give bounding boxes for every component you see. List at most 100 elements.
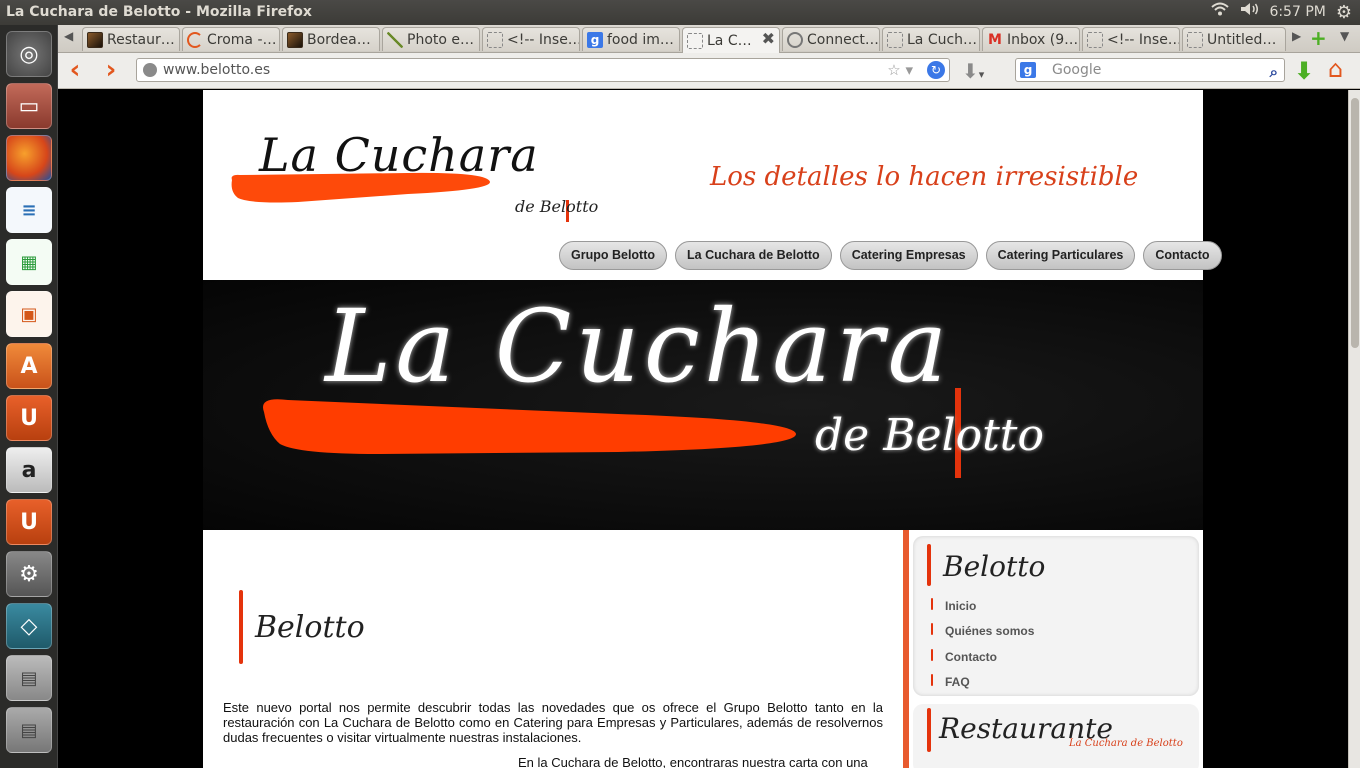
banner-title: La Cuchara xyxy=(325,288,952,405)
tab-label: food im… xyxy=(607,31,674,48)
blank-favicon-icon xyxy=(1087,31,1103,48)
clock-label[interactable]: 6:57 PM xyxy=(1269,0,1325,25)
tab-croma[interactable]: Croma -… xyxy=(182,27,280,51)
search-icon[interactable]: ⌕ xyxy=(1270,61,1278,83)
hero-banner: La Cuchara de Belotto xyxy=(203,280,1203,530)
site-header: La Cuchara de Belotto Los detalles lo ha… xyxy=(203,90,1222,280)
tab-insert-2[interactable]: <!-- Inse… xyxy=(1082,27,1180,51)
reload-icon[interactable]: ↻ xyxy=(927,61,945,79)
sidebar-restaurante-box: Restaurante La Cuchara de Belotto xyxy=(913,704,1199,768)
tab-label: Restaur… xyxy=(107,31,175,48)
firefox-icon[interactable] xyxy=(6,135,52,181)
tab-scroll-left-icon[interactable]: ◀ xyxy=(64,29,73,43)
ubuntu-one-music-icon[interactable]: U xyxy=(6,499,52,545)
workspace-switcher-icon[interactable]: ◇ xyxy=(6,603,52,649)
gear-icon[interactable]: ⚙ xyxy=(1336,0,1352,25)
forward-button[interactable]: › xyxy=(98,57,124,84)
link-accent xyxy=(931,598,933,610)
blank-favicon-icon xyxy=(1187,31,1203,48)
wifi-icon[interactable] xyxy=(1211,0,1230,25)
writer-icon[interactable]: ≡ xyxy=(6,187,52,233)
tab-bar: ◀ Restaur… Croma -… Bordea… Photo e… <!-… xyxy=(58,25,1360,53)
tab-label: <!-- Inse… xyxy=(507,31,580,48)
sidebar-restaurante-subtitle: La Cuchara de Belotto xyxy=(1069,738,1183,749)
pen-favicon-icon xyxy=(387,31,403,48)
tab-bordeaux[interactable]: Bordea… xyxy=(282,27,380,51)
menu-contacto[interactable]: Contacto xyxy=(1143,241,1222,270)
sidebar-title-accent xyxy=(927,708,931,752)
bookmark-star-icon[interactable]: ☆ ▾ xyxy=(887,59,913,81)
dash-home-icon[interactable]: ◎ xyxy=(6,31,52,77)
files-icon[interactable]: ▭ xyxy=(6,83,52,129)
tab-label: Connect… xyxy=(807,31,879,48)
google-search-icon: g xyxy=(1020,62,1036,78)
menu-catering-particulares[interactable]: Catering Particulares xyxy=(985,241,1136,270)
globe-icon xyxy=(143,63,157,77)
main-menu: Grupo Belotto La Cuchara de Belotto Cate… xyxy=(559,241,1222,270)
image-favicon-icon xyxy=(287,31,303,48)
banner-subtitle: de Belotto xyxy=(815,410,1044,461)
title-accent xyxy=(239,590,243,664)
trash-stack-icon[interactable]: ▤ xyxy=(6,707,52,753)
sidebar-title: Belotto xyxy=(943,550,1046,583)
unity-launcher: ◎ ▭ ≡ ▦ ▣ A U a U ⚙ ◇ ▤ ▤ xyxy=(0,25,58,768)
sidebar-link-quienes-somos[interactable]: Quiénes somos xyxy=(945,624,1034,638)
window-title: La Cuchara de Belotto - Mozilla Firefox xyxy=(6,4,312,20)
sidebar-title-accent xyxy=(927,544,931,586)
search-placeholder: Google xyxy=(1052,62,1102,78)
trash-icon[interactable]: ▤ xyxy=(6,655,52,701)
impress-icon[interactable]: ▣ xyxy=(6,291,52,337)
page-scrollbar[interactable] xyxy=(1348,90,1360,768)
sidebar-link-inicio[interactable]: Inicio xyxy=(945,599,976,613)
tab-inbox[interactable]: M Inbox (9… xyxy=(982,27,1080,51)
tab-label: Croma -… xyxy=(207,31,277,48)
image-favicon-icon xyxy=(87,31,103,48)
tab-label: La C… xyxy=(707,32,752,49)
sidebar-link-faq[interactable]: FAQ xyxy=(945,675,970,689)
system-tray: 6:57 PM ⚙ xyxy=(1211,0,1352,25)
tab-la-cuchara-active[interactable]: La C… ✖ xyxy=(682,27,780,53)
link-accent xyxy=(931,674,933,686)
tab-restaurant[interactable]: Restaur… xyxy=(82,27,180,51)
logo-title[interactable]: La Cuchara xyxy=(259,128,539,182)
intro-paragraph: Este nuevo portal nos permite descubrir … xyxy=(223,700,883,745)
link-accent xyxy=(931,623,933,635)
new-tab-icon[interactable]: + xyxy=(1310,26,1327,50)
calc-icon[interactable]: ▦ xyxy=(6,239,52,285)
system-settings-icon[interactable]: ⚙ xyxy=(6,551,52,597)
tab-untitled[interactable]: Untitled… xyxy=(1182,27,1286,51)
tab-insert-1[interactable]: <!-- Inse… xyxy=(482,27,580,51)
content-title: Belotto xyxy=(255,610,365,645)
main-content: Belotto Este nuevo portal nos permite de… xyxy=(203,530,903,768)
page-viewport: La Cuchara de Belotto Los detalles lo ha… xyxy=(58,90,1348,768)
tab-label: Untitled… xyxy=(1207,31,1277,48)
url-bar[interactable]: www.belotto.es ☆ ▾ ↻ xyxy=(136,58,950,82)
downloads-icon[interactable]: ⬇▾ xyxy=(962,59,984,83)
scrollbar-thumb[interactable] xyxy=(1351,98,1359,348)
amazon-icon[interactable]: a xyxy=(6,447,52,493)
volume-icon[interactable] xyxy=(1239,0,1259,25)
ubuntu-one-icon[interactable]: U xyxy=(6,395,52,441)
search-bar[interactable]: g Google ⌕ xyxy=(1015,58,1285,82)
menu-grupo-belotto[interactable]: Grupo Belotto xyxy=(559,241,668,270)
home-icon[interactable]: ⌂ xyxy=(1328,55,1343,83)
tab-la-cuchara-2[interactable]: La Cuch… xyxy=(882,27,980,51)
software-center-icon[interactable]: A xyxy=(6,343,52,389)
back-button[interactable]: ‹ xyxy=(62,57,88,84)
sidebar-link-contacto[interactable]: Contacto xyxy=(945,650,997,664)
tab-list-icon[interactable]: ▼ xyxy=(1340,29,1349,43)
tab-scroll-right-icon[interactable]: ▶ xyxy=(1292,29,1301,43)
loading-favicon-icon xyxy=(787,31,803,48)
tab-food-images[interactable]: g food im… xyxy=(582,27,680,51)
second-paragraph: En la Cuchara de Belotto, encontraras nu… xyxy=(518,755,868,768)
download-arrow-icon[interactable]: ⬇ xyxy=(1294,57,1314,85)
sidebar: Belotto Inicio Quiénes somos Contacto FA… xyxy=(909,530,1203,768)
tab-label: Bordea… xyxy=(307,31,371,48)
menu-la-cuchara[interactable]: La Cuchara de Belotto xyxy=(675,241,832,270)
close-tab-icon[interactable]: ✖ xyxy=(762,28,775,50)
tab-connecting[interactable]: Connect… xyxy=(782,27,880,51)
menu-catering-empresas[interactable]: Catering Empresas xyxy=(839,241,978,270)
blank-favicon-icon xyxy=(487,31,503,48)
blank-favicon-icon xyxy=(687,32,703,49)
tab-photo-editor[interactable]: Photo e… xyxy=(382,27,480,51)
